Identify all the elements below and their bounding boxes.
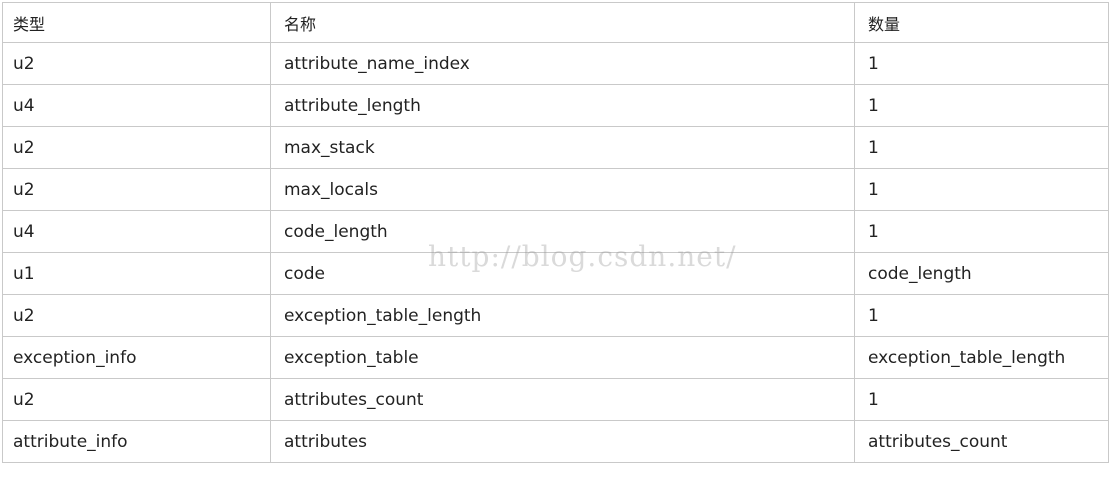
- cell-count: 1: [854, 294, 1109, 337]
- table-row: u2 attribute_name_index 1: [2, 42, 1109, 85]
- code-attribute-table: 类型 名称 数量 u2 attribute_name_index 1 u4 at…: [2, 2, 1109, 463]
- table-row: u2 max_locals 1: [2, 168, 1109, 211]
- cell-name: attribute_length: [270, 84, 855, 127]
- column-header-name: 名称: [270, 2, 855, 43]
- cell-name: attributes: [270, 420, 855, 463]
- cell-type: u2: [2, 126, 271, 169]
- cell-count: 1: [854, 168, 1109, 211]
- cell-type: u4: [2, 84, 271, 127]
- table-row: u1 code code_length: [2, 252, 1109, 295]
- cell-type: u4: [2, 210, 271, 253]
- cell-name: max_stack: [270, 126, 855, 169]
- table-row: u4 attribute_length 1: [2, 84, 1109, 127]
- cell-count: 1: [854, 378, 1109, 421]
- cell-name: code_length: [270, 210, 855, 253]
- cell-name: code: [270, 252, 855, 295]
- table-row: u2 max_stack 1: [2, 126, 1109, 169]
- cell-name: max_locals: [270, 168, 855, 211]
- table-header-row: 类型 名称 数量: [2, 2, 1109, 43]
- table-row: exception_info exception_table exception…: [2, 336, 1109, 379]
- cell-count: 1: [854, 42, 1109, 85]
- table-row: u2 attributes_count 1: [2, 378, 1109, 421]
- cell-count: 1: [854, 126, 1109, 169]
- cell-count: 1: [854, 84, 1109, 127]
- column-header-type: 类型: [2, 2, 271, 43]
- cell-count: exception_table_length: [854, 336, 1109, 379]
- table-row: attribute_info attributes attributes_cou…: [2, 420, 1109, 463]
- cell-name: attributes_count: [270, 378, 855, 421]
- cell-count: 1: [854, 210, 1109, 253]
- column-header-count: 数量: [854, 2, 1109, 43]
- cell-type: u2: [2, 168, 271, 211]
- cell-name: exception_table_length: [270, 294, 855, 337]
- cell-type: attribute_info: [2, 420, 271, 463]
- table-row: u2 exception_table_length 1: [2, 294, 1109, 337]
- cell-type: exception_info: [2, 336, 271, 379]
- table-row: u4 code_length 1: [2, 210, 1109, 253]
- cell-type: u2: [2, 42, 271, 85]
- cell-type: u2: [2, 378, 271, 421]
- cell-count: code_length: [854, 252, 1109, 295]
- cell-name: attribute_name_index: [270, 42, 855, 85]
- cell-type: u1: [2, 252, 271, 295]
- cell-type: u2: [2, 294, 271, 337]
- cell-count: attributes_count: [854, 420, 1109, 463]
- cell-name: exception_table: [270, 336, 855, 379]
